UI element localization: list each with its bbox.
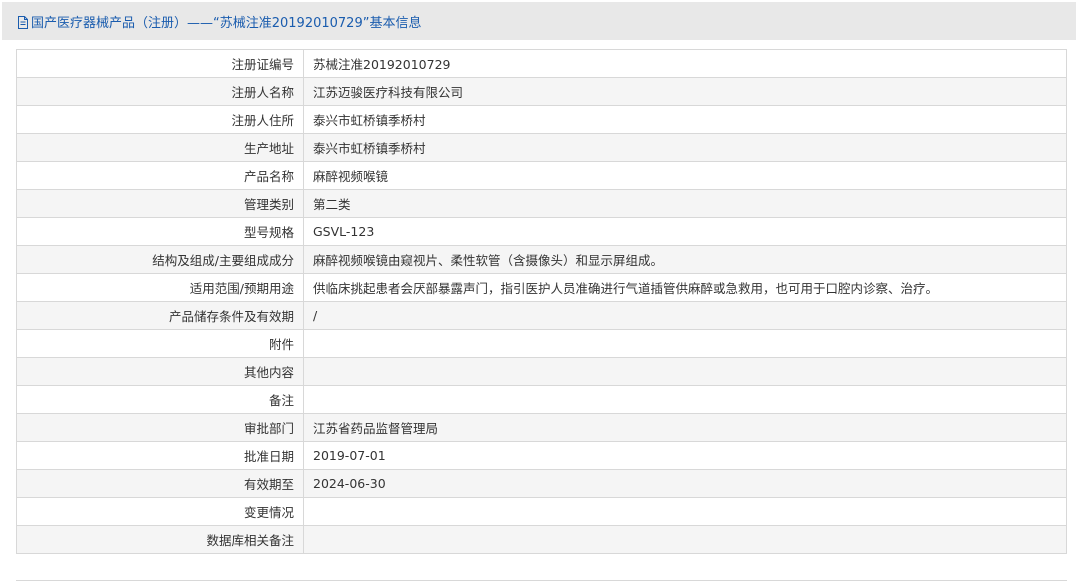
- page-title: 国产医疗器械产品（注册）——“苏械注准20192010729”基本信息: [31, 15, 422, 31]
- table-row: 产品储存条件及有效期 /: [16, 301, 1067, 330]
- field-value: [303, 385, 1067, 414]
- table-bottom-divider: [16, 580, 1067, 581]
- field-label: 生产地址: [16, 133, 304, 162]
- field-label: 产品储存条件及有效期: [16, 301, 304, 330]
- field-label: 管理类别: [16, 189, 304, 218]
- field-label: 备注: [16, 385, 304, 414]
- field-value: 江苏迈骏医疗科技有限公司: [303, 77, 1067, 106]
- title-bar: 国产医疗器械产品（注册）——“苏械注准20192010729”基本信息: [2, 2, 1076, 40]
- field-value: 泰兴市虹桥镇季桥村: [303, 133, 1067, 162]
- field-value: GSVL-123: [303, 217, 1067, 246]
- field-value: 麻醉视频喉镜由窥视片、柔性软管（含摄像头）和显示屏组成。: [303, 245, 1067, 274]
- field-label: 其他内容: [16, 357, 304, 386]
- field-label: 变更情况: [16, 497, 304, 526]
- table-row: 审批部门 江苏省药品监督管理局: [16, 413, 1067, 442]
- field-value: 供临床挑起患者会厌部暴露声门，指引医护人员准确进行气道插管供麻醉或急救用，也可用…: [303, 273, 1067, 302]
- table-row: 产品名称 麻醉视频喉镜: [16, 161, 1067, 190]
- field-label: 注册证编号: [16, 49, 304, 78]
- table-row: 结构及组成/主要组成成分 麻醉视频喉镜由窥视片、柔性软管（含摄像头）和显示屏组成。: [16, 245, 1067, 274]
- table-row: 注册证编号 苏械注准20192010729: [16, 49, 1067, 78]
- field-label: 审批部门: [16, 413, 304, 442]
- field-label: 有效期至: [16, 469, 304, 498]
- field-label: 适用范围/预期用途: [16, 273, 304, 302]
- field-label: 注册人名称: [16, 77, 304, 106]
- field-value: 苏械注准20192010729: [303, 49, 1067, 78]
- field-label: 数据库相关备注: [16, 525, 304, 554]
- info-table: 注册证编号 苏械注准20192010729 注册人名称 江苏迈骏医疗科技有限公司 注册人…: [16, 49, 1067, 554]
- table-row: 附件: [16, 329, 1067, 358]
- field-label: 结构及组成/主要组成成分: [16, 245, 304, 274]
- field-value: [303, 329, 1067, 358]
- table-row: 批准日期 2019-07-01: [16, 441, 1067, 470]
- field-value: 第二类: [303, 189, 1067, 218]
- field-value: 泰兴市虹桥镇季桥村: [303, 105, 1067, 134]
- field-label: 产品名称: [16, 161, 304, 190]
- field-label: 附件: [16, 329, 304, 358]
- document-icon: [16, 15, 29, 29]
- table-row: 注册人名称 江苏迈骏医疗科技有限公司: [16, 77, 1067, 106]
- table-row: 变更情况: [16, 497, 1067, 526]
- table-row: 注册人住所 泰兴市虹桥镇季桥村: [16, 105, 1067, 134]
- field-label: 批准日期: [16, 441, 304, 470]
- table-row: 有效期至 2024-06-30: [16, 469, 1067, 498]
- table-row: 备注: [16, 385, 1067, 414]
- field-value: [303, 357, 1067, 386]
- table-row: 生产地址 泰兴市虹桥镇季桥村: [16, 133, 1067, 162]
- field-value: 江苏省药品监督管理局: [303, 413, 1067, 442]
- table-row: 数据库相关备注: [16, 525, 1067, 554]
- table-row: 适用范围/预期用途 供临床挑起患者会厌部暴露声门，指引医护人员准确进行气道插管供麻…: [16, 273, 1067, 302]
- field-value: 2019-07-01: [303, 441, 1067, 470]
- page: 国产医疗器械产品（注册）——“苏械注准20192010729”基本信息 注册证编…: [0, 0, 1078, 584]
- field-label: 型号规格: [16, 217, 304, 246]
- table-row: 管理类别 第二类: [16, 189, 1067, 218]
- table-row: 型号规格 GSVL-123: [16, 217, 1067, 246]
- field-value: /: [303, 301, 1067, 330]
- field-value: [303, 525, 1067, 554]
- table-row: 其他内容: [16, 357, 1067, 386]
- field-value: 麻醉视频喉镜: [303, 161, 1067, 190]
- field-label: 注册人住所: [16, 105, 304, 134]
- field-value: 2024-06-30: [303, 469, 1067, 498]
- field-value: [303, 497, 1067, 526]
